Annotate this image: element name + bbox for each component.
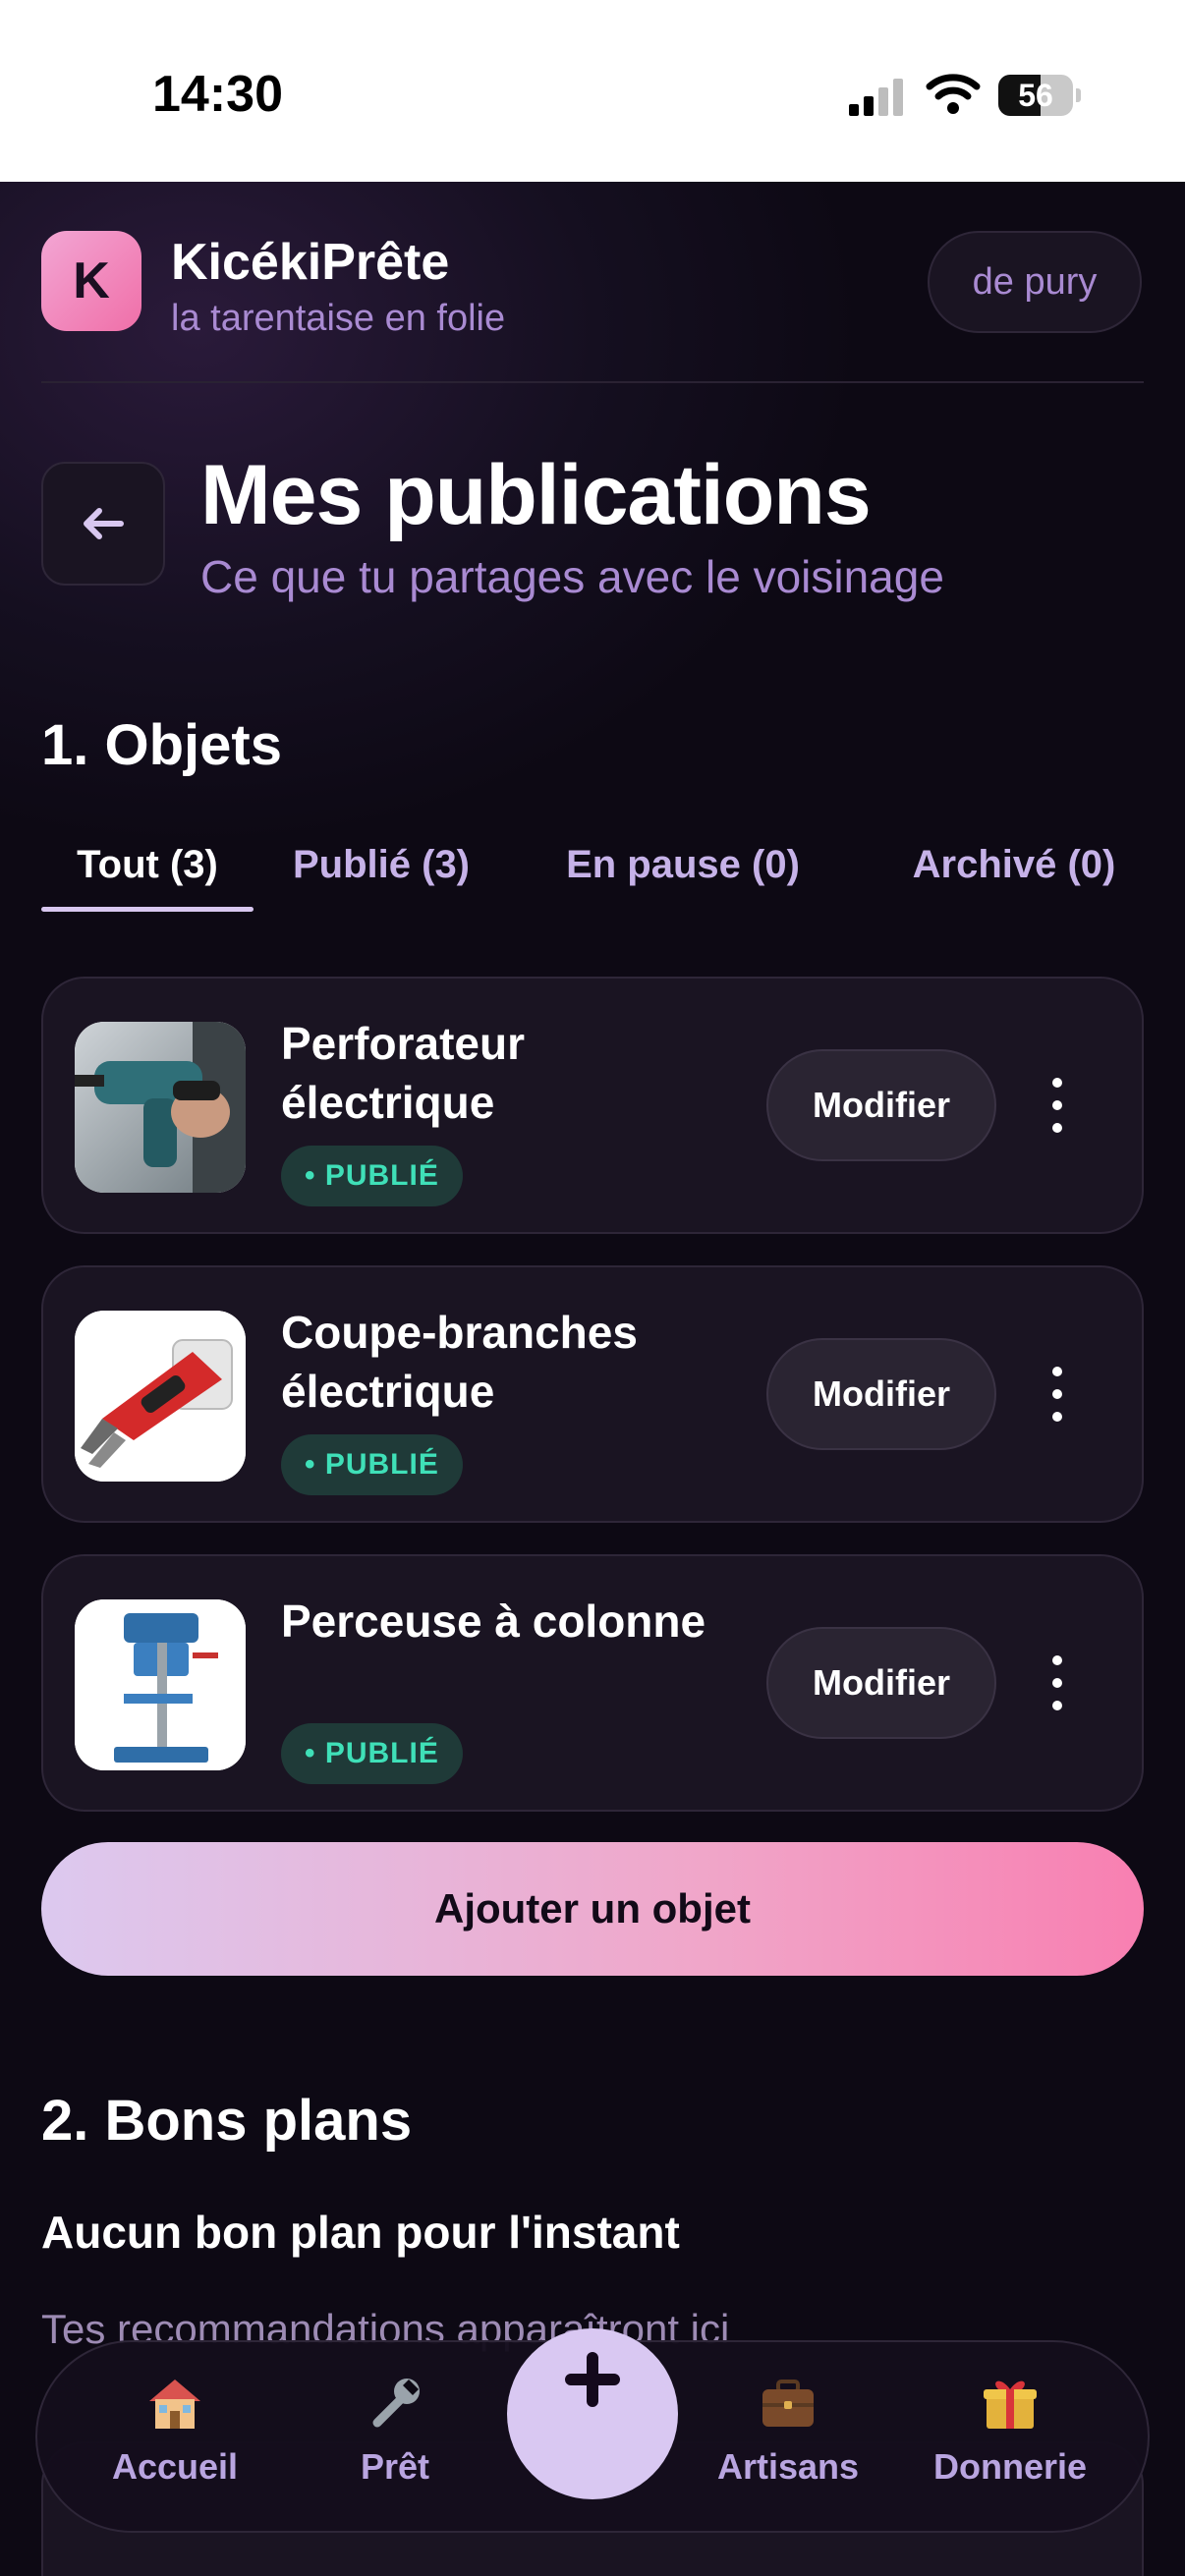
back-button[interactable] bbox=[41, 462, 165, 586]
brand-tagline: la tarentaise en folie bbox=[171, 298, 506, 339]
object-title: Perceuse à colonne bbox=[281, 1596, 706, 1647]
status-badge: • PUBLIÉ bbox=[281, 1146, 463, 1206]
vertical-dots-icon bbox=[1052, 1367, 1062, 1422]
tab-paused[interactable]: En pause (0) bbox=[552, 825, 814, 912]
nav-giveaway[interactable]: Donnerie bbox=[922, 2372, 1099, 2509]
nav-craftsmen-label: Artisans bbox=[716, 2446, 860, 2487]
object-card[interactable]: Coupe-branches électrique • PUBLIÉ Modif… bbox=[41, 1265, 1144, 1523]
status-time: 14:30 bbox=[152, 66, 283, 123]
cellular-signal-icon bbox=[849, 79, 903, 116]
brand-name: KicékiPrête bbox=[171, 234, 450, 291]
active-tab-indicator bbox=[41, 907, 254, 912]
more-options-button[interactable] bbox=[1026, 1061, 1089, 1149]
nav-home[interactable]: Accueil bbox=[86, 2372, 263, 2509]
object-card[interactable]: Perceuse à colonne • PUBLIÉ Modifier bbox=[41, 1554, 1144, 1812]
more-options-button[interactable] bbox=[1026, 1350, 1089, 1438]
status-badge: • PUBLIÉ bbox=[281, 1723, 463, 1784]
briefcase-icon bbox=[762, 2380, 814, 2427]
modify-button[interactable]: Modifier bbox=[766, 1338, 996, 1450]
object-card[interactable]: Perforateur électrique • PUBLIÉ Modifier bbox=[41, 977, 1144, 1234]
nav-loan-label: Prêt bbox=[360, 2446, 430, 2487]
nav-craftsmen[interactable]: Artisans bbox=[700, 2372, 876, 2509]
battery-percent: 56 bbox=[1018, 78, 1053, 113]
deals-section-title: 2. Bons plans bbox=[41, 2089, 413, 2153]
drill-photo bbox=[75, 1022, 246, 1193]
tab-published[interactable]: Publié (3) bbox=[273, 825, 489, 912]
add-object-button[interactable]: Ajouter un objet bbox=[41, 1842, 1144, 1976]
create-post-button[interactable] bbox=[507, 2328, 678, 2499]
vertical-dots-icon bbox=[1052, 1655, 1062, 1710]
status-bar: 14:30 56 bbox=[0, 0, 1185, 182]
wifi-icon bbox=[926, 74, 981, 114]
header-divider bbox=[41, 381, 1144, 383]
page-title: Mes publications bbox=[200, 448, 872, 542]
objects-section-title: 1. Objets bbox=[41, 713, 282, 777]
modify-button[interactable]: Modifier bbox=[766, 1627, 996, 1739]
status-tabs: Tout (3) Publié (3) En pause (0) Archivé… bbox=[41, 825, 1144, 912]
page-subtitle: Ce que tu partages avec le voisinage bbox=[200, 551, 944, 602]
plus-icon bbox=[565, 2352, 620, 2407]
drill-press-photo bbox=[75, 1599, 246, 1770]
tab-archived[interactable]: Archivé (0) bbox=[884, 825, 1144, 912]
more-options-button[interactable] bbox=[1026, 1639, 1089, 1727]
status-badge: • PUBLIÉ bbox=[281, 1434, 463, 1495]
house-icon bbox=[149, 2380, 200, 2429]
object-title: Coupe-branches électrique bbox=[281, 1307, 638, 1417]
battery-icon: 56 bbox=[998, 75, 1081, 116]
modify-button[interactable]: Modifier bbox=[766, 1049, 996, 1161]
nav-home-label: Accueil bbox=[111, 2446, 239, 2487]
app-header: K KicékiPrête la tarentaise en folie de … bbox=[0, 182, 1185, 383]
object-title: Perforateur électrique bbox=[281, 1018, 525, 1128]
app-logo[interactable]: K bbox=[41, 231, 141, 331]
wrench-icon bbox=[372, 2379, 420, 2428]
user-chip[interactable]: de pury bbox=[928, 231, 1142, 333]
nav-giveaway-label: Donnerie bbox=[932, 2446, 1088, 2487]
tab-all[interactable]: Tout (3) bbox=[41, 825, 254, 912]
pruner-photo bbox=[75, 1311, 246, 1482]
gift-icon bbox=[984, 2380, 1037, 2429]
app-screen: K KicékiPrête la tarentaise en folie de … bbox=[0, 182, 1185, 2576]
arrow-left-icon bbox=[84, 508, 124, 539]
vertical-dots-icon bbox=[1052, 1078, 1062, 1133]
empty-state-title: Aucun bon plan pour l'instant bbox=[41, 2207, 680, 2258]
nav-loan[interactable]: Prêt bbox=[307, 2372, 483, 2509]
